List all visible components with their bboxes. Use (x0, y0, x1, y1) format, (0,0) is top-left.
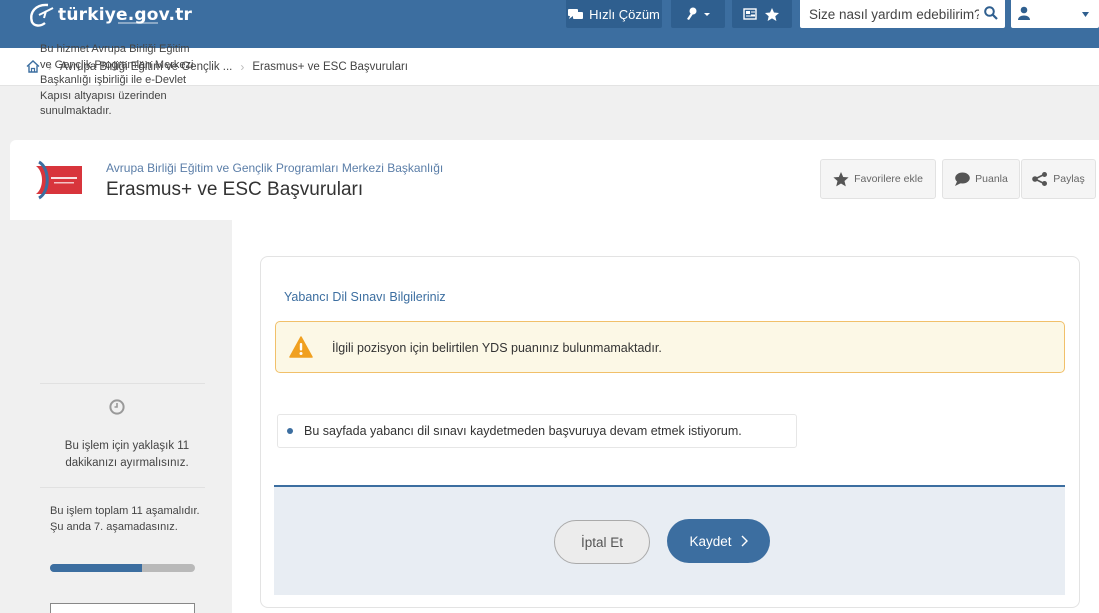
star-icon (833, 171, 849, 186)
chevron-right-icon (741, 535, 748, 547)
favorites-icon (743, 8, 779, 21)
search-input[interactable] (809, 6, 979, 22)
quick-solution-label: Hızlı Çözüm (589, 6, 660, 22)
add-favorite-button[interactable]: Favorilere ekle (820, 159, 936, 199)
sidebar-divider (40, 383, 205, 384)
logo-swoosh-icon (30, 3, 54, 27)
estimated-time-note: Bu işlem için yaklaşık 11 dakikanızı ayı… (64, 440, 190, 469)
breadcrumb-separator: › (240, 59, 245, 74)
login-options-button[interactable] (671, 0, 725, 28)
share-button[interactable]: Paylaş (1021, 159, 1096, 199)
user-menu[interactable] (1011, 0, 1099, 28)
user-icon (1018, 6, 1030, 20)
warning-icon (289, 336, 313, 358)
warning-text: İlgili pozisyon için belirtilen YDS puan… (332, 341, 662, 355)
search-icon[interactable] (984, 6, 998, 20)
home-icon[interactable] (26, 60, 40, 73)
sidebar-box (50, 603, 195, 613)
institution-logo (36, 160, 82, 200)
speech-bubble-icon (955, 172, 970, 186)
share-label: Paylaş (1053, 173, 1085, 185)
cancel-button[interactable]: İptal Et (554, 520, 650, 564)
quick-solution-button[interactable]: Hızlı Çözüm (566, 0, 662, 28)
service-provider-note: Bu hizmet Avrupa Birliği Eğitim ve Gençl… (40, 43, 194, 117)
share-icon (1032, 172, 1048, 186)
section-title: Yabancı Dil Sınavı Bilgileriniz (284, 290, 446, 304)
chat-bubble-icon (568, 9, 584, 19)
info-sidebar (10, 220, 232, 613)
rate-button[interactable]: Puanla (942, 159, 1020, 199)
warning-alert: İlgili pozisyon için belirtilen YDS puan… (275, 321, 1065, 373)
institution-name: Avrupa Birliği Eğitim ve Gençlik Program… (106, 161, 444, 175)
continue-without-exam-label: Bu sayfada yabancı dil sınavı kaydetmede… (304, 424, 742, 438)
favorites-button[interactable] (732, 0, 792, 28)
add-favorite-label: Favorilere ekle (854, 173, 923, 185)
search-box[interactable] (800, 0, 1005, 28)
step-progress-bar (50, 564, 195, 572)
clock-icon (109, 399, 125, 415)
chevron-down-icon (1082, 12, 1089, 17)
breadcrumb-item-service: Erasmus+ ve ESC Başvuruları (252, 60, 408, 73)
save-label: Kaydet (689, 533, 732, 549)
continue-without-exam-radio[interactable]: Bu sayfada yabancı dil sınavı kaydetmede… (277, 414, 797, 448)
rate-label: Puanla (975, 173, 1008, 185)
step-progress-fill (50, 564, 143, 572)
logo-underline (118, 22, 158, 24)
sidebar-divider (40, 487, 205, 488)
service-header: Avrupa Birliği Eğitim ve Gençlik Program… (10, 140, 1099, 220)
step-progress-note: Bu işlem toplam 11 aşamalıdır. Şu anda 7… (50, 505, 200, 533)
top-navigation-bar: türkiye.gov.tr Hızlı Çözüm (0, 0, 1099, 48)
radio-selected-icon[interactable] (287, 428, 293, 434)
turkiye-gov-logo[interactable]: türkiye.gov.tr (26, 2, 192, 28)
save-button[interactable]: Kaydet (667, 519, 770, 563)
page-title: Erasmus+ ve ESC Başvuruları (106, 179, 364, 200)
key-icon (687, 7, 710, 20)
